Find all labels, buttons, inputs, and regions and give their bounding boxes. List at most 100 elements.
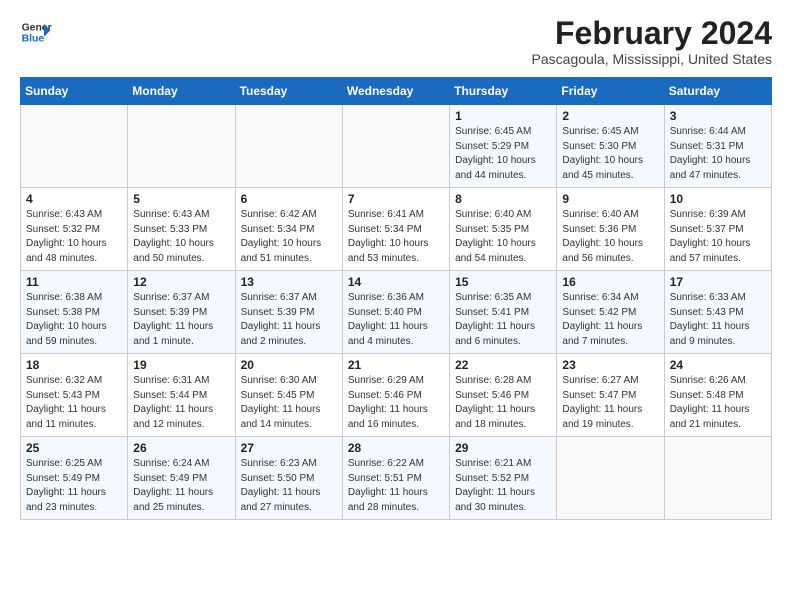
calendar-cell: 14 Sunrise: 6:36 AM Sunset: 5:40 PM Dayli…: [342, 271, 449, 354]
day-number: 4: [26, 192, 122, 206]
day-number: 12: [133, 275, 229, 289]
day-number: 28: [348, 441, 444, 455]
day-number: 23: [562, 358, 658, 372]
calendar-week-row: 11 Sunrise: 6:38 AM Sunset: 5:38 PM Dayli…: [21, 271, 772, 354]
calendar-cell: 10 Sunrise: 6:39 AM Sunset: 5:37 PM Dayli…: [664, 188, 771, 271]
calendar-cell: 24 Sunrise: 6:26 AM Sunset: 5:48 PM Dayli…: [664, 354, 771, 437]
calendar-cell: 17 Sunrise: 6:33 AM Sunset: 5:43 PM Dayli…: [664, 271, 771, 354]
calendar-cell: 21 Sunrise: 6:29 AM Sunset: 5:46 PM Dayli…: [342, 354, 449, 437]
day-detail: Sunrise: 6:44 AM Sunset: 5:31 PM Dayligh…: [670, 125, 766, 183]
calendar-cell: 18Sunrise: 6:32 AM Sunset: 5:43 PM Dayli…: [21, 354, 128, 437]
day-number: 14: [348, 275, 444, 289]
weekday-header-friday: Friday: [557, 78, 664, 105]
day-detail: Sunrise: 6:37 AM Sunset: 5:39 PM Dayligh…: [241, 291, 337, 349]
day-detail: Sunrise: 6:28 AM Sunset: 5:46 PM Dayligh…: [455, 374, 551, 432]
calendar-cell: 11 Sunrise: 6:38 AM Sunset: 5:38 PM Dayli…: [21, 271, 128, 354]
day-detail: Sunrise: 6:37 AM Sunset: 5:39 PM Dayligh…: [133, 291, 229, 349]
calendar-cell: [664, 437, 771, 520]
day-detail: Sunrise: 6:42 AM Sunset: 5:34 PM Dayligh…: [241, 208, 337, 266]
day-detail: Sunrise: 6:27 AM Sunset: 5:47 PM Dayligh…: [562, 374, 658, 432]
day-number: 10: [670, 192, 766, 206]
calendar-week-row: 1 Sunrise: 6:45 AM Sunset: 5:29 PM Daylig…: [21, 105, 772, 188]
day-number: 1: [455, 109, 551, 123]
day-detail: Sunrise: 6:40 AM Sunset: 5:35 PM Dayligh…: [455, 208, 551, 266]
day-detail: Sunrise: 6:40 AM Sunset: 5:36 PM Dayligh…: [562, 208, 658, 266]
day-number: 15: [455, 275, 551, 289]
logo-icon: General Blue: [20, 16, 52, 48]
day-number: 24: [670, 358, 766, 372]
calendar-cell: 15 Sunrise: 6:35 AM Sunset: 5:41 PM Dayli…: [450, 271, 557, 354]
month-title: February 2024: [532, 16, 772, 51]
calendar-cell: 19Sunrise: 6:31 AM Sunset: 5:44 PM Dayli…: [128, 354, 235, 437]
calendar-cell: [342, 105, 449, 188]
day-number: 29: [455, 441, 551, 455]
calendar-week-row: 4 Sunrise: 6:43 AM Sunset: 5:32 PM Daylig…: [21, 188, 772, 271]
day-number: 13: [241, 275, 337, 289]
day-number: 3: [670, 109, 766, 123]
calendar-cell: 22 Sunrise: 6:28 AM Sunset: 5:46 PM Dayli…: [450, 354, 557, 437]
calendar-cell: 6 Sunrise: 6:42 AM Sunset: 5:34 PM Daylig…: [235, 188, 342, 271]
calendar-cell: [128, 105, 235, 188]
day-number: 6: [241, 192, 337, 206]
weekday-header-wednesday: Wednesday: [342, 78, 449, 105]
day-detail: Sunrise: 6:43 AM Sunset: 5:32 PM Dayligh…: [26, 208, 122, 266]
calendar-cell: 28 Sunrise: 6:22 AM Sunset: 5:51 PM Dayli…: [342, 437, 449, 520]
calendar-cell: 7Sunrise: 6:41 AM Sunset: 5:34 PM Daylig…: [342, 188, 449, 271]
day-detail: Sunrise: 6:38 AM Sunset: 5:38 PM Dayligh…: [26, 291, 122, 349]
calendar-cell: 26 Sunrise: 6:24 AM Sunset: 5:49 PM Dayli…: [128, 437, 235, 520]
day-detail: Sunrise: 6:26 AM Sunset: 5:48 PM Dayligh…: [670, 374, 766, 432]
day-detail: Sunrise: 6:30 AM Sunset: 5:45 PM Dayligh…: [241, 374, 337, 432]
weekday-header-row: SundayMondayTuesdayWednesdayThursdayFrid…: [21, 78, 772, 105]
calendar-table: SundayMondayTuesdayWednesdayThursdayFrid…: [20, 77, 772, 520]
day-number: 11: [26, 275, 122, 289]
weekday-header-saturday: Saturday: [664, 78, 771, 105]
calendar-week-row: 18Sunrise: 6:32 AM Sunset: 5:43 PM Dayli…: [21, 354, 772, 437]
calendar-cell: 1 Sunrise: 6:45 AM Sunset: 5:29 PM Daylig…: [450, 105, 557, 188]
calendar-cell: 13 Sunrise: 6:37 AM Sunset: 5:39 PM Dayli…: [235, 271, 342, 354]
calendar-cell: 3 Sunrise: 6:44 AM Sunset: 5:31 PM Daylig…: [664, 105, 771, 188]
calendar-cell: 8Sunrise: 6:40 AM Sunset: 5:35 PM Daylig…: [450, 188, 557, 271]
weekday-header-thursday: Thursday: [450, 78, 557, 105]
day-detail: Sunrise: 6:33 AM Sunset: 5:43 PM Dayligh…: [670, 291, 766, 349]
day-number: 26: [133, 441, 229, 455]
title-area: February 2024 Pascagoula, Mississippi, U…: [532, 16, 772, 67]
day-number: 19: [133, 358, 229, 372]
location-title: Pascagoula, Mississippi, United States: [532, 51, 772, 67]
svg-text:Blue: Blue: [22, 34, 45, 45]
calendar-cell: 12 Sunrise: 6:37 AM Sunset: 5:39 PM Dayli…: [128, 271, 235, 354]
day-detail: Sunrise: 6:36 AM Sunset: 5:40 PM Dayligh…: [348, 291, 444, 349]
day-number: 27: [241, 441, 337, 455]
day-detail: Sunrise: 6:45 AM Sunset: 5:30 PM Dayligh…: [562, 125, 658, 183]
day-detail: Sunrise: 6:23 AM Sunset: 5:50 PM Dayligh…: [241, 457, 337, 515]
calendar-cell: 23 Sunrise: 6:27 AM Sunset: 5:47 PM Dayli…: [557, 354, 664, 437]
calendar-cell: [235, 105, 342, 188]
calendar-cell: 2Sunrise: 6:45 AM Sunset: 5:30 PM Daylig…: [557, 105, 664, 188]
day-number: 16: [562, 275, 658, 289]
calendar-cell: 25 Sunrise: 6:25 AM Sunset: 5:49 PM Dayli…: [21, 437, 128, 520]
day-detail: Sunrise: 6:45 AM Sunset: 5:29 PM Dayligh…: [455, 125, 551, 183]
day-number: 5: [133, 192, 229, 206]
day-number: 22: [455, 358, 551, 372]
weekday-header-tuesday: Tuesday: [235, 78, 342, 105]
day-detail: Sunrise: 6:25 AM Sunset: 5:49 PM Dayligh…: [26, 457, 122, 515]
day-detail: Sunrise: 6:32 AM Sunset: 5:43 PM Dayligh…: [26, 374, 122, 432]
logo: General Blue: [20, 16, 52, 48]
day-number: 25: [26, 441, 122, 455]
day-detail: Sunrise: 6:24 AM Sunset: 5:49 PM Dayligh…: [133, 457, 229, 515]
calendar-cell: [21, 105, 128, 188]
day-number: 20: [241, 358, 337, 372]
day-detail: Sunrise: 6:34 AM Sunset: 5:42 PM Dayligh…: [562, 291, 658, 349]
day-detail: Sunrise: 6:41 AM Sunset: 5:34 PM Dayligh…: [348, 208, 444, 266]
calendar-cell: 4 Sunrise: 6:43 AM Sunset: 5:32 PM Daylig…: [21, 188, 128, 271]
day-detail: Sunrise: 6:39 AM Sunset: 5:37 PM Dayligh…: [670, 208, 766, 266]
day-detail: Sunrise: 6:29 AM Sunset: 5:46 PM Dayligh…: [348, 374, 444, 432]
day-detail: Sunrise: 6:22 AM Sunset: 5:51 PM Dayligh…: [348, 457, 444, 515]
day-detail: Sunrise: 6:21 AM Sunset: 5:52 PM Dayligh…: [455, 457, 551, 515]
day-detail: Sunrise: 6:35 AM Sunset: 5:41 PM Dayligh…: [455, 291, 551, 349]
weekday-header-monday: Monday: [128, 78, 235, 105]
day-number: 21: [348, 358, 444, 372]
day-number: 9: [562, 192, 658, 206]
day-number: 17: [670, 275, 766, 289]
calendar-cell: 9 Sunrise: 6:40 AM Sunset: 5:36 PM Daylig…: [557, 188, 664, 271]
header: General Blue February 2024 Pascagoula, M…: [20, 16, 772, 67]
